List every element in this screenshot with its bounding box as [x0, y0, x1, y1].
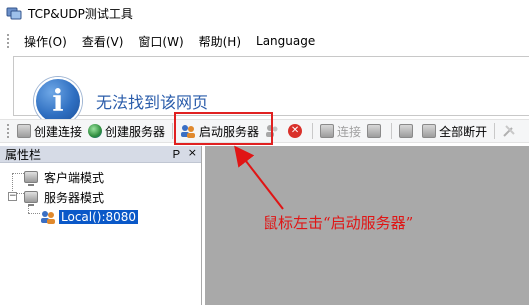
menu-view[interactable]: 查看(V)	[76, 33, 133, 50]
stop-button[interactable]: ✕	[285, 121, 308, 141]
computer-icon	[17, 124, 31, 138]
create-connection-label: 创建连接	[34, 124, 83, 139]
tree-item-client-mode[interactable]: 客户端模式	[0, 167, 201, 187]
users-icon	[40, 210, 56, 224]
disconnect-button[interactable]	[364, 121, 387, 141]
properties-header: 属性栏 Ｐ ×	[0, 146, 201, 163]
network-stop-icon	[422, 124, 437, 138]
computer-icon	[24, 191, 38, 206]
connect-button[interactable]: 连接	[317, 121, 364, 141]
tree-item-server-mode[interactable]: − 服务器模式	[0, 187, 201, 207]
tools-button[interactable]	[499, 121, 522, 141]
toolbar-separator	[494, 123, 496, 139]
browser-error-message: 无法找到该网页	[96, 93, 209, 112]
toolbar-grip[interactable]	[6, 123, 10, 139]
disconnect-all-button[interactable]: 全部断开	[419, 121, 490, 141]
info-icon: i	[34, 77, 82, 125]
tools-icon	[502, 124, 516, 138]
create-server-label: 创建服务器	[105, 124, 166, 139]
disconnect-icon	[367, 124, 382, 138]
connect-icon	[320, 124, 335, 138]
collapse-icon[interactable]: −	[8, 192, 17, 201]
tree-item-label: 服务器模式	[44, 190, 105, 205]
start-server-highlight	[174, 112, 273, 145]
connect-label: 连接	[337, 124, 362, 139]
menu-operate[interactable]: 操作(O)	[18, 33, 76, 50]
annotation-text: 鼠标左击“启动服务器”	[263, 214, 414, 232]
menu-grip[interactable]	[6, 33, 10, 49]
computer-icon	[24, 171, 38, 186]
menu-help[interactable]: 帮助(H)	[193, 33, 250, 50]
create-connection-button[interactable]: 创建连接	[14, 121, 85, 141]
stop-icon: ✕	[288, 124, 303, 138]
properties-title: 属性栏	[5, 147, 42, 162]
menu-bar: 操作(O) 查看(V) 窗口(W) 帮助(H) Language	[0, 30, 529, 52]
connection-tree: 客户端模式 − 服务器模式 Local():8080	[0, 163, 201, 227]
disconnect-one-button[interactable]	[396, 121, 419, 141]
properties-controls: Ｐ ×	[171, 146, 197, 162]
menu-language[interactable]: Language	[250, 34, 324, 48]
tree-item-label: 客户端模式	[44, 170, 105, 185]
toolbar-separator	[172, 123, 174, 139]
title-bar: TCP&UDP测试工具	[0, 0, 529, 26]
pin-icon[interactable]: Ｐ	[171, 146, 182, 162]
browser-panel: i 无法找到该网页	[13, 56, 529, 125]
toolbar-separator	[391, 123, 393, 139]
globe-icon	[88, 124, 103, 138]
properties-panel: 属性栏 Ｐ × 客户端模式 − 服务器模式 Local():8080	[0, 146, 202, 305]
create-server-button[interactable]: 创建服务器	[85, 121, 168, 141]
network-icon	[399, 124, 414, 138]
app-icon	[6, 5, 22, 21]
toolbar-separator	[312, 123, 314, 139]
tree-item-label: Local():8080	[59, 210, 139, 224]
menu-window[interactable]: 窗口(W)	[132, 33, 192, 50]
disconnect-all-label: 全部断开	[439, 124, 488, 139]
close-icon[interactable]: ×	[188, 146, 197, 162]
window-title: TCP&UDP测试工具	[28, 6, 133, 21]
tree-item-local-server[interactable]: Local():8080	[0, 207, 201, 227]
